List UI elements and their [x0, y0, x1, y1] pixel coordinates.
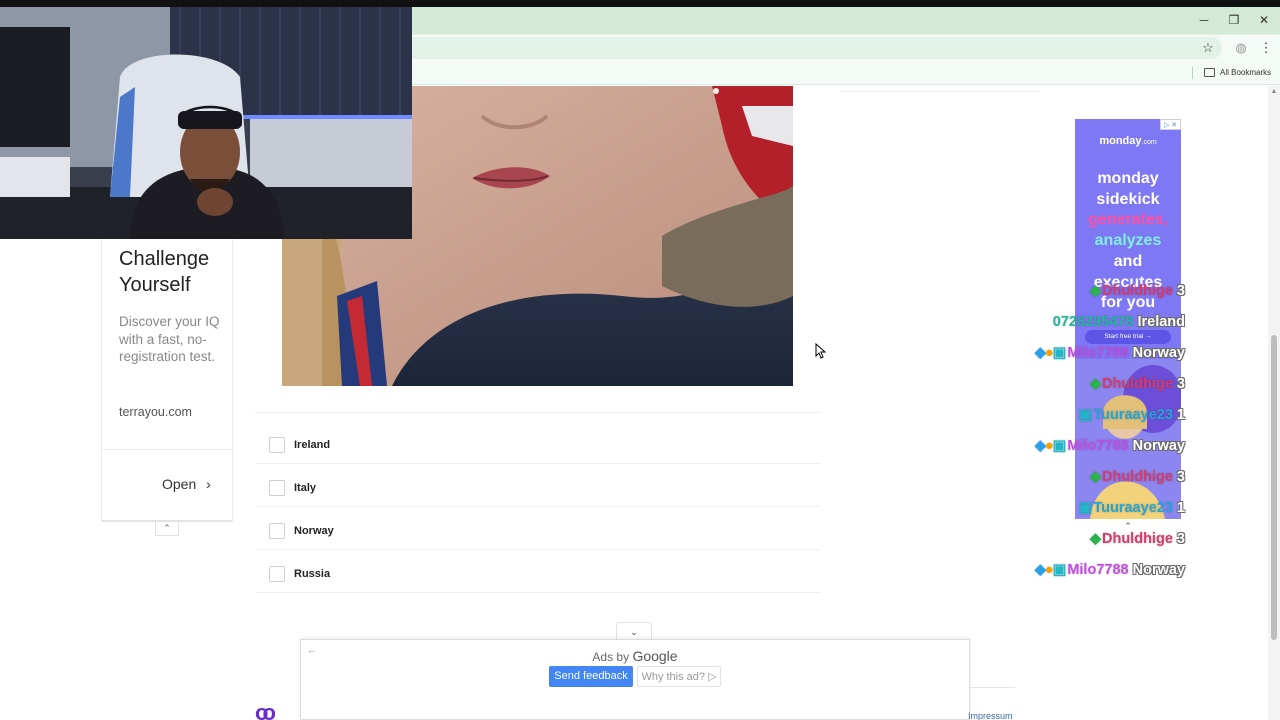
ads-by-google: Ads by Google — [592, 648, 678, 664]
profile-icon[interactable]: ◍ — [1233, 40, 1249, 56]
answer-option-ireland[interactable]: Ireland — [256, 427, 820, 464]
chat-text: Ireland — [1137, 314, 1185, 330]
chat-message: ◆ Dhuldhige 3 — [1090, 531, 1185, 547]
chat-message: ▣ Tuuraaye23 1 — [1079, 500, 1185, 516]
why-this-ad-button[interactable]: Why this ad? ▷ — [637, 666, 721, 687]
chat-text: 3 — [1176, 283, 1185, 299]
ad-title: Challenge Yourself — [119, 248, 210, 296]
chat-message: ▣ Tuuraaye23 1 — [1079, 407, 1185, 423]
chat-username: Dhuldhige — [1102, 376, 1173, 392]
chat-username: Dhuldhige — [1102, 531, 1173, 547]
chat-username: Dhuldhige — [1102, 283, 1173, 299]
ad-collapse-button[interactable]: ⌃ — [155, 522, 179, 536]
chat-text: 1 — [1176, 407, 1185, 423]
answer-option-norway[interactable]: Norway — [256, 513, 820, 550]
open-label: Open — [162, 476, 197, 492]
chat-text: Norway — [1132, 438, 1185, 454]
chat-badge-icons: ▣ — [1078, 500, 1093, 516]
address-bar[interactable] — [412, 37, 1222, 59]
chat-badge-icons: ◆●▣ — [1034, 345, 1067, 361]
chat-text: 3 — [1176, 531, 1185, 547]
chat-text: 1 — [1176, 500, 1185, 516]
divider — [970, 687, 1015, 688]
screen: ─ ❐ ✕ ☆ ◍ ⋮ All Bookmarks ▲ Ireland Ital… — [0, 0, 1280, 720]
chat-text: Norway — [1132, 345, 1185, 361]
divider — [255, 412, 820, 413]
chat-badge-icons: ◆ — [1089, 376, 1101, 392]
chat-username: Milo7788 — [1067, 562, 1129, 578]
site-logo[interactable]: oo — [255, 700, 276, 720]
chat-badge-icons: ◆ — [1089, 531, 1101, 547]
chat-text: 3 — [1176, 376, 1185, 392]
scrollbar-thumb[interactable] — [1271, 335, 1277, 640]
start-free-trial-button[interactable]: Start free trial → — [1085, 330, 1171, 344]
divider — [102, 449, 232, 450]
chevron-right-icon: › — [206, 476, 211, 492]
chat-username: Tuuraaye23 — [1093, 500, 1173, 516]
ad-site[interactable]: terrayou.com — [119, 405, 192, 419]
checkbox[interactable] — [269, 437, 285, 453]
chat-message: ◆●▣ Milo7788 Norway — [1035, 345, 1185, 361]
chat-username: Milo7788 — [1067, 345, 1129, 361]
top-strip — [0, 0, 1280, 7]
send-feedback-button[interactable]: Send feedback — [549, 666, 633, 687]
answer-label: Norway — [294, 525, 334, 537]
webcam-overlay — [0, 7, 412, 239]
kebab-menu-icon[interactable]: ⋮ — [1258, 40, 1274, 56]
ad-headline-line: and — [1113, 252, 1143, 270]
chat-badge-icons: ◆●▣ — [1034, 562, 1067, 578]
impressum-link[interactable]: Impressum — [968, 711, 1013, 720]
answer-option-russia[interactable]: Russia — [256, 556, 820, 593]
chat-username: Tuuraaye23 — [1093, 407, 1173, 423]
answer-option-italy[interactable]: Italy — [256, 470, 820, 507]
folder-icon[interactable] — [1204, 68, 1215, 77]
sidebar-ad[interactable]: Challenge Yourself Discover your IQ with… — [101, 238, 233, 522]
chat-badge-icons: ◆●▣ — [1034, 438, 1067, 454]
all-bookmarks-link[interactable]: All Bookmarks — [1220, 68, 1271, 77]
ad-open-button[interactable]: Open › — [162, 476, 211, 492]
ad-description: Discover your IQ with a fast, no-registr… — [119, 314, 220, 364]
ad-headline-line: sidekick — [1096, 190, 1160, 208]
close-icon[interactable]: ✕ — [1250, 10, 1278, 30]
checkbox[interactable] — [269, 566, 285, 582]
mouse-cursor-icon — [815, 343, 827, 359]
chat-text: 3 — [1176, 469, 1185, 485]
chevron-down-icon[interactable]: ⌄ — [616, 622, 652, 640]
star-icon[interactable]: ☆ — [1200, 40, 1216, 56]
checkbox[interactable] — [269, 523, 285, 539]
chat-badge-icons: ◆ — [1089, 469, 1101, 485]
chat-message: ◆ Dhuldhige 3 — [1090, 469, 1185, 485]
chat-message: ◆ Dhuldhige 3 — [1090, 283, 1185, 299]
answer-label: Russia — [294, 568, 331, 580]
bookmarks-separator — [1192, 67, 1193, 79]
restore-icon[interactable]: ❐ — [1220, 10, 1248, 30]
bookmarks-bar — [412, 62, 1280, 85]
scroll-up-icon[interactable]: ▲ — [1270, 88, 1278, 95]
answer-label: Ireland — [294, 439, 331, 451]
chat-message: ◆ Dhuldhige 3 — [1090, 376, 1185, 392]
chat-username: Dhuldhige — [1102, 469, 1173, 485]
title-bar — [412, 7, 1280, 34]
adchoices-icon[interactable]: ▷ ✕ — [1160, 119, 1181, 130]
monday-logo: monday.com — [1099, 135, 1157, 147]
answer-label: Italy — [294, 482, 317, 494]
chat-message: ◆●▣ Milo7788 Norway — [1035, 438, 1185, 454]
chat-badge-icons: ◆ — [1089, 283, 1101, 299]
google-logo: Google — [632, 648, 678, 664]
chat-badge-icons: ▣ — [1078, 407, 1093, 423]
minimize-icon[interactable]: ─ — [1190, 10, 1218, 30]
checkbox[interactable] — [269, 480, 285, 496]
chat-username: 0726295478 — [1052, 314, 1134, 330]
chat-username: Milo7788 — [1067, 438, 1129, 454]
ad-headline-line: monday — [1097, 170, 1159, 187]
chat-text: Norway — [1132, 562, 1185, 578]
divider — [840, 91, 1039, 92]
bottom-ad: ← Ads by Google Send feedback Why this a… — [300, 639, 970, 720]
chat-message: 0726295478 Ireland — [1053, 314, 1185, 330]
ad-headline-line: analyzes — [1094, 232, 1162, 250]
chat-message: ◆●▣ Milo7788 Norway — [1035, 562, 1185, 578]
ad-headline-line: generates, — [1087, 211, 1169, 229]
